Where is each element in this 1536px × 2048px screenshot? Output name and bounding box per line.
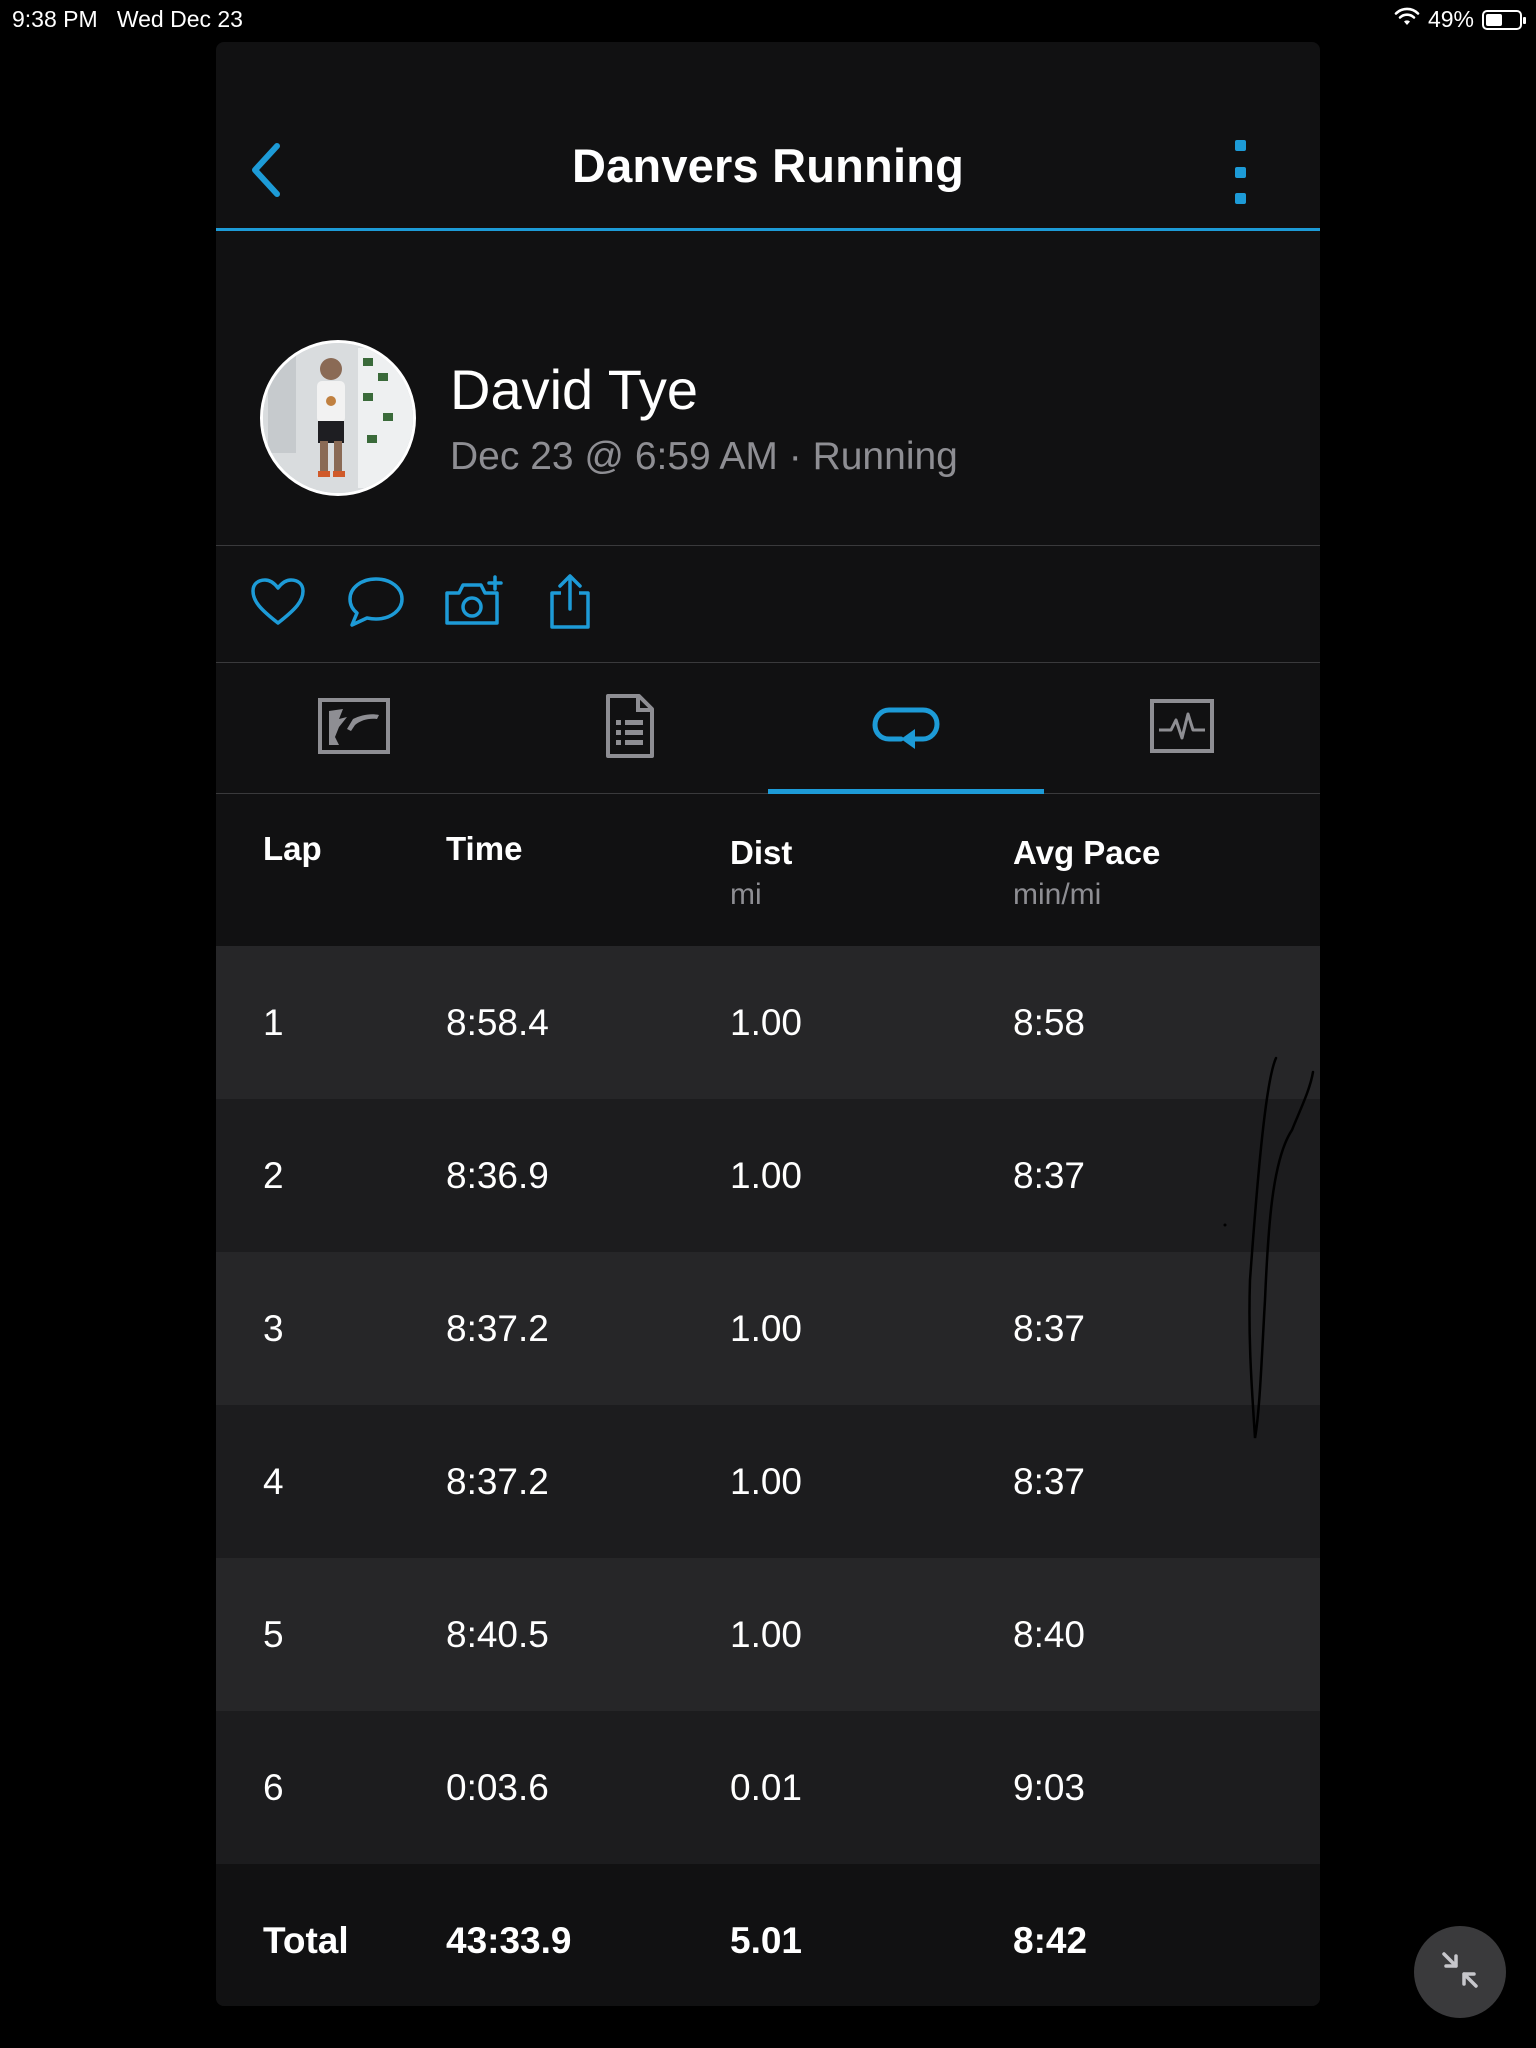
lap-time: 8:37.2 — [446, 1307, 549, 1349]
collapse-button[interactable] — [1414, 1926, 1506, 2018]
lap-distance: 1.00 — [730, 1307, 803, 1349]
chart-icon — [1149, 698, 1215, 759]
tab-map[interactable] — [216, 663, 492, 793]
lap-distance: 1.00 — [730, 1001, 803, 1043]
lap-time: 8:40.5 — [446, 1613, 549, 1655]
more-vertical-icon-dot — [1234, 166, 1246, 178]
activity-tabs — [216, 663, 1320, 794]
status-date: Wed Dec 23 — [116, 6, 243, 32]
lap-time: 8:36.9 — [446, 1154, 549, 1196]
lap-time: 8:37.2 — [446, 1460, 549, 1502]
wifi-icon — [1394, 6, 1420, 33]
status-bar: 9:38 PM Wed Dec 23 49% — [0, 0, 1536, 40]
handwritten-scribble — [1223, 1056, 1315, 1439]
laps-table-header: Lap Time Dist mi Avg Pace min/mi — [216, 794, 1320, 946]
lap-distance: 1.00 — [730, 1613, 803, 1655]
comment-button[interactable] — [344, 572, 408, 636]
column-header-time: Time — [446, 830, 523, 867]
avatar[interactable] — [260, 340, 416, 496]
total-distance: 5.01 — [730, 1919, 803, 1961]
column-unit-pace: min/mi — [1013, 878, 1102, 911]
more-vertical-icon-dot — [1234, 140, 1246, 151]
nav-bar: Danvers Running — [216, 42, 1320, 231]
tab-laps[interactable] — [768, 663, 1044, 794]
table-row[interactable]: 4 8:37.2 1.00 8:37 — [216, 1405, 1320, 1558]
add-photo-button[interactable] — [442, 572, 506, 636]
laps-icon — [871, 701, 941, 756]
lap-pace: 8:58 — [1013, 1001, 1086, 1043]
table-row[interactable]: 6 0:03.6 0.01 9:03 — [216, 1711, 1320, 1864]
total-time: 43:33.9 — [446, 1919, 572, 1961]
lap-number: 4 — [263, 1460, 284, 1502]
like-button[interactable] — [246, 572, 310, 636]
heart-icon — [250, 577, 306, 632]
status-bar-time: 9:38 PM Wed Dec 23 — [12, 6, 243, 33]
table-row[interactable]: 2 8:36.9 1.00 8:37 — [216, 1099, 1320, 1252]
page-title: Danvers Running — [571, 139, 965, 192]
tab-charts[interactable] — [1044, 663, 1320, 793]
column-header-avg-pace: Avg Pace min/mi — [1013, 834, 1161, 911]
share-icon — [546, 573, 594, 636]
lap-number: 3 — [263, 1307, 284, 1349]
user-name[interactable]: David Tye — [450, 357, 698, 422]
lap-number: 6 — [263, 1766, 284, 1808]
battery-icon — [1482, 9, 1526, 30]
total-label: Total — [263, 1919, 349, 1961]
column-header-dist: Dist mi — [730, 834, 793, 911]
camera-plus-icon — [443, 574, 505, 634]
battery-fill — [1486, 13, 1502, 26]
share-button[interactable] — [538, 572, 602, 636]
activity-meta: Dec 23 @ 6:59 AM · Running — [450, 435, 958, 478]
lap-number: 5 — [263, 1613, 284, 1655]
lap-pace: 9:03 — [1013, 1766, 1086, 1808]
status-bar-right: 49% — [1394, 6, 1526, 33]
more-options-button[interactable] — [1220, 134, 1260, 210]
total-pace: 8:42 — [1013, 1919, 1088, 1961]
lap-distance: 1.00 — [730, 1154, 803, 1196]
battery-percent: 49% — [1427, 6, 1474, 32]
table-row[interactable]: 3 8:37.2 1.00 8:37 — [216, 1252, 1320, 1405]
action-bar — [216, 546, 1320, 663]
activity-panel: Danvers Running David Tye Dec 23 @ 6:59 … — [216, 42, 1320, 2006]
lap-number: 2 — [263, 1154, 284, 1196]
lap-distance: 0.01 — [730, 1766, 803, 1808]
table-total-row: Total 43:33.9 5.01 8:42 — [216, 1864, 1320, 2006]
lap-pace: 8:40 — [1013, 1613, 1086, 1655]
lap-distance: 1.00 — [730, 1460, 803, 1502]
lap-pace: 8:37 — [1013, 1460, 1086, 1502]
more-vertical-icon-dot — [1234, 193, 1246, 204]
table-row[interactable]: 5 8:40.5 1.00 8:40 — [216, 1558, 1320, 1711]
collapse-arrows-icon — [1438, 1948, 1482, 1997]
status-time: 9:38 PM — [12, 6, 98, 32]
table-row[interactable]: 1 8:58.4 1.00 8:58 — [216, 946, 1320, 1099]
tab-stats[interactable] — [492, 663, 768, 793]
map-icon — [317, 697, 391, 760]
document-list-icon — [605, 693, 655, 764]
lap-number: 1 — [263, 1001, 284, 1043]
comment-icon — [346, 575, 406, 634]
column-unit-dist: mi — [730, 878, 762, 911]
profile-header: David Tye Dec 23 @ 6:59 AM · Running — [216, 231, 1320, 546]
lap-time: 8:58.4 — [446, 1001, 549, 1043]
column-header-lap: Lap — [263, 830, 322, 867]
lap-pace: 8:37 — [1013, 1154, 1086, 1196]
lap-pace: 8:37 — [1013, 1307, 1086, 1349]
lap-time: 0:03.6 — [446, 1766, 549, 1808]
